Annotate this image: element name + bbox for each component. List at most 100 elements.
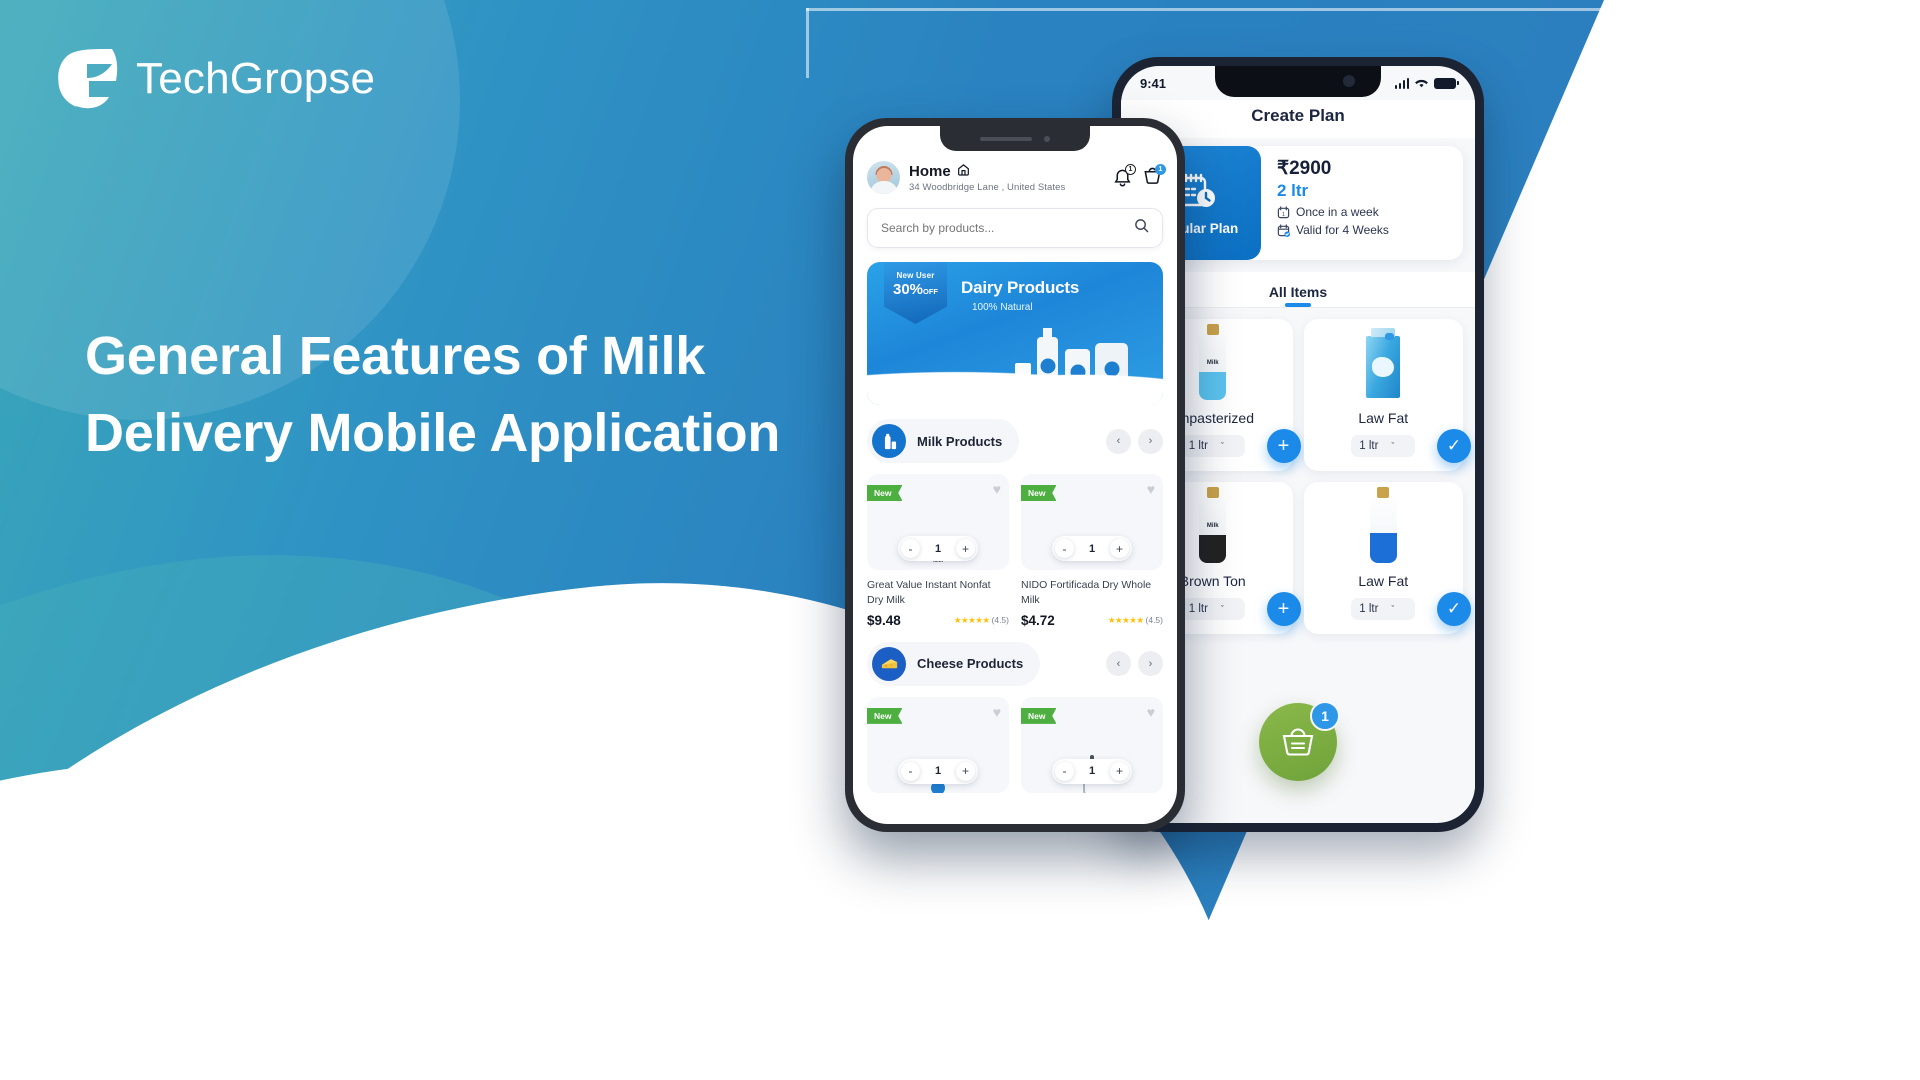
- product-meta: $4.72 ★★★★★ (4.5): [1021, 613, 1163, 628]
- chevron-down-icon: ˇ: [1220, 604, 1224, 614]
- product-grid-cheese: New ♥ - 1 + New ♥ - 1 +: [867, 696, 1163, 793]
- item-size-value: 1 ltr: [1359, 440, 1379, 452]
- quantity-stepper[interactable]: - 1 +: [1052, 536, 1132, 561]
- carousel-prev-button[interactable]: ‹: [1106, 428, 1131, 454]
- quantity-stepper[interactable]: - 1 +: [1052, 758, 1132, 784]
- cheese-category-icon: [872, 646, 906, 681]
- item-controls: 1 ltr ˇ: [1314, 435, 1454, 457]
- address-block[interactable]: Home 34 Woodbridge Lane , United States: [909, 163, 1065, 193]
- section-nav: ‹ ›: [1106, 651, 1163, 677]
- carousel-prev-button[interactable]: ‹: [1106, 651, 1131, 677]
- product-name: Great Value Instant Nonfat Dry Milk: [867, 579, 991, 606]
- offer-badge: New User 30%OFF: [884, 262, 947, 324]
- item-size-select[interactable]: 1 ltr ˇ: [1180, 435, 1245, 457]
- increase-button[interactable]: +: [956, 761, 975, 781]
- quantity-stepper[interactable]: - 1 +: [898, 536, 978, 561]
- item-image: [1314, 328, 1454, 404]
- cart-fab-button[interactable]: 1: [1259, 701, 1340, 781]
- quantity-value: 1: [1088, 765, 1096, 778]
- product-price: $9.48: [867, 612, 901, 628]
- product-card[interactable]: New ♥ - 1 +: [867, 696, 1009, 793]
- product-card[interactable]: New ♥ NIDO FORTIFICADA - 1 +: [1021, 474, 1163, 628]
- star-icons: ★★★★★: [953, 614, 990, 625]
- decrease-button[interactable]: -: [901, 539, 920, 558]
- increase-button[interactable]: +: [956, 539, 975, 558]
- item-add-button[interactable]: +: [1266, 592, 1301, 626]
- increase-button[interactable]: +: [1110, 539, 1129, 558]
- section-pill[interactable]: Cheese Products: [867, 641, 1041, 686]
- product-card[interactable]: New ♥ Milk - 1 + Great Value Instant Non…: [867, 474, 1009, 628]
- section-title: Cheese Products: [917, 656, 1024, 672]
- new-badge: New: [1021, 485, 1057, 501]
- plan-item-card[interactable]: Law Fat 1 ltr ˇ ✓: [1303, 319, 1471, 471]
- new-badge: New: [867, 707, 903, 724]
- search-bar[interactable]: [867, 208, 1163, 248]
- bottle-label: Milk: [1206, 523, 1219, 530]
- offer-tag: New User: [896, 271, 935, 280]
- rating-value: (4.5): [991, 615, 1009, 626]
- wifi-icon: [1414, 76, 1429, 91]
- section-nav: ‹ ›: [1106, 428, 1163, 454]
- phone-home: Home 34 Woodbridge Lane , United States: [845, 118, 1185, 832]
- item-size-value: 1 ltr: [1359, 603, 1379, 615]
- page-title: General Features of Milk Delivery Mobile…: [85, 326, 781, 463]
- item-selected-button[interactable]: ✓: [1437, 429, 1471, 463]
- brand-name: TechGropse: [136, 54, 376, 103]
- favorite-icon[interactable]: ♥: [1147, 481, 1155, 497]
- favorite-icon[interactable]: ♥: [1147, 704, 1155, 720]
- quantity-stepper[interactable]: - 1 +: [898, 758, 978, 784]
- favorite-icon[interactable]: ♥: [993, 481, 1001, 497]
- increase-button[interactable]: +: [1110, 761, 1129, 781]
- plan-quantity: 2 ltr: [1277, 181, 1309, 200]
- status-time: 9:41: [1140, 75, 1167, 91]
- calendar-check-icon: [1277, 223, 1290, 237]
- item-add-button[interactable]: +: [1266, 429, 1301, 463]
- carousel-next-button[interactable]: ›: [1138, 651, 1163, 677]
- decrease-button[interactable]: -: [901, 761, 920, 781]
- item-size-select[interactable]: 1 ltr ˇ: [1180, 598, 1245, 620]
- search-input[interactable]: [881, 221, 1126, 235]
- decrease-button[interactable]: -: [1055, 761, 1074, 781]
- carousel-next-button[interactable]: ›: [1138, 428, 1163, 454]
- cart-badge: 1: [1155, 164, 1166, 175]
- front-camera-icon: [1044, 135, 1050, 142]
- address-text: 34 Woodbridge Lane , United States: [909, 181, 1066, 193]
- search-icon[interactable]: [1134, 218, 1149, 238]
- plan-details: ₹2900 2 ltr 1 Once in a week Valid for 4…: [1261, 146, 1463, 260]
- milk-bottle-icon: [1369, 497, 1397, 563]
- product-rating: ★★★★★ (4.5): [954, 615, 1009, 626]
- quantity-value: 1: [934, 542, 942, 555]
- item-size-select[interactable]: 1 ltr ˇ: [1351, 435, 1416, 457]
- decrease-button[interactable]: -: [1055, 539, 1074, 558]
- section-title: Milk Products: [917, 433, 1003, 449]
- product-card[interactable]: New ♥ - 1 +: [1021, 696, 1163, 793]
- tab-all-items[interactable]: All Items: [1269, 284, 1327, 307]
- item-selected-button[interactable]: ✓: [1437, 592, 1471, 626]
- product-meta: $9.48 ★★★★★ (4.5): [867, 613, 1009, 628]
- quantity-value: 1: [1088, 542, 1096, 555]
- calendar-day-icon: 1: [1277, 205, 1290, 219]
- phone-notch: [940, 126, 1090, 151]
- section-pill[interactable]: Milk Products: [867, 419, 1020, 463]
- brand-logo: TechGropse: [44, 40, 375, 118]
- notification-bell-button[interactable]: 1: [1112, 164, 1136, 188]
- favorite-icon[interactable]: ♥: [993, 704, 1001, 720]
- plan-price: ₹2900: [1277, 158, 1332, 179]
- plan-frequency-label: Once in a week: [1296, 205, 1379, 219]
- poster-stage: TechGropse General Features of Milk Deli…: [0, 0, 1920, 1080]
- rating-value: (4.5): [1145, 615, 1163, 626]
- status-bar: 9:41: [1121, 66, 1475, 100]
- avatar[interactable]: [867, 161, 900, 194]
- promo-banner[interactable]: New User 30%OFF Dairy Products 100% Natu…: [867, 262, 1163, 405]
- new-badge: New: [867, 485, 903, 501]
- product-image: New ♥ Milk - 1 +: [867, 474, 1009, 570]
- item-size-select[interactable]: 1 ltr ˇ: [1351, 598, 1416, 620]
- product-price: $4.72: [1021, 612, 1055, 628]
- item-image: [1314, 493, 1454, 567]
- new-badge: New: [1021, 707, 1057, 724]
- offer-percent: 30%OFF: [892, 281, 939, 298]
- cart-button[interactable]: 1: [1142, 164, 1166, 188]
- plan-item-card[interactable]: Law Fat 1 ltr ˇ ✓: [1303, 482, 1471, 634]
- home-icon: [957, 163, 970, 180]
- offer-off: OFF: [923, 287, 939, 296]
